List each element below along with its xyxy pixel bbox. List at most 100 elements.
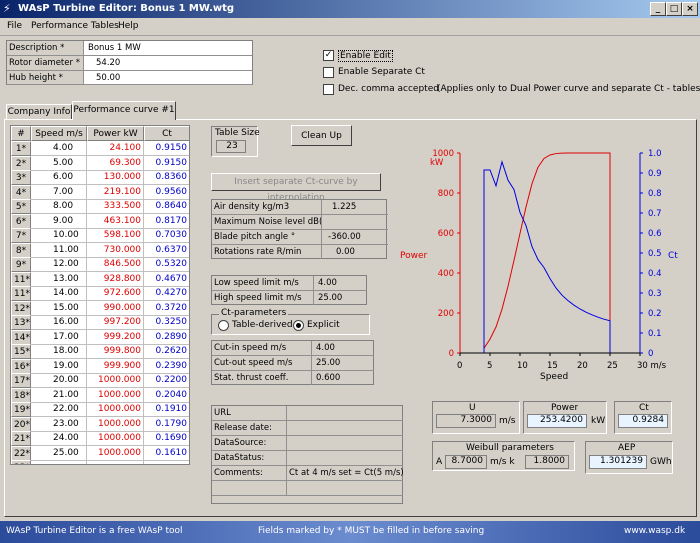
separate-ct-checkbox[interactable] — [323, 67, 334, 78]
power-cell[interactable]: 24.100 — [87, 141, 144, 156]
power-cell[interactable]: 997.200 — [87, 315, 144, 330]
power-cell[interactable]: 1000.000 — [87, 387, 144, 403]
clean-up-button[interactable]: Clean Up — [291, 125, 352, 146]
ct-cell[interactable]: 0.3250 — [144, 315, 189, 330]
release-date-field[interactable] — [287, 421, 403, 436]
ct-cell[interactable]: 0.8640 — [144, 199, 189, 214]
power-cell[interactable]: 1000.000 — [87, 416, 144, 432]
ct-cell[interactable]: 0.3720 — [144, 301, 189, 316]
speed-cell[interactable]: 14.00 — [31, 286, 87, 301]
tab-performance-curve[interactable]: Performance curve #1 — [72, 101, 176, 120]
power-cell[interactable]: 972.600 — [87, 286, 144, 301]
speed-cell[interactable]: 17.00 — [31, 329, 87, 345]
power-cell[interactable]: 598.100 — [87, 228, 144, 243]
high-speed-field[interactable]: 25.00 — [314, 291, 367, 305]
ct-cell[interactable]: 0.9560 — [144, 185, 189, 200]
speed-cell[interactable]: 15.00 — [31, 300, 87, 316]
power-cell[interactable]: 999.800 — [87, 344, 144, 359]
power-cell[interactable]: 999.200 — [87, 329, 144, 345]
power-cell[interactable]: 463.100 — [87, 213, 144, 229]
power-cell[interactable]: 333.500 — [87, 199, 144, 214]
weibull-a-field[interactable]: 8.7000 — [445, 455, 487, 469]
ct-cell[interactable] — [144, 460, 189, 464]
ct-cell[interactable]: 0.2200 — [144, 373, 189, 388]
data-status-field[interactable] — [287, 451, 403, 466]
ct-cell[interactable]: 0.9150 — [144, 141, 189, 156]
ct-cell[interactable]: 0.1610 — [144, 446, 189, 461]
power-cell[interactable]: 999.900 — [87, 358, 144, 374]
low-speed-field[interactable]: 4.00 — [314, 276, 367, 291]
menu-performance-tables[interactable]: Performance Tables — [31, 21, 119, 31]
cut-out-field[interactable]: 25.00 — [312, 356, 374, 371]
table-derived-radio[interactable] — [218, 320, 229, 331]
rotation-rate-field[interactable]: 0.00 — [322, 245, 388, 259]
speed-cell[interactable]: 18.00 — [31, 344, 87, 359]
ct-cell[interactable]: 0.2040 — [144, 388, 189, 403]
comments-field[interactable]: Ct at 4 m/s set = Ct(5 m/s) — [287, 466, 403, 481]
ct-cell[interactable]: 0.5320 — [144, 257, 189, 272]
ct-cell[interactable]: 0.2890 — [144, 330, 189, 345]
close-button[interactable]: × — [682, 2, 698, 16]
ct-cell[interactable]: 0.2390 — [144, 359, 189, 374]
explicit-radio[interactable] — [293, 320, 304, 331]
speed-cell[interactable]: 6.00 — [31, 170, 87, 185]
ct-cell[interactable]: 0.4670 — [144, 272, 189, 287]
url-field[interactable] — [287, 406, 403, 421]
power-cell[interactable] — [87, 460, 144, 464]
ct-cell[interactable]: 0.9150 — [144, 156, 189, 171]
blade-pitch-field[interactable]: -360.00 — [322, 230, 388, 245]
power-cell[interactable]: 130.000 — [87, 170, 144, 185]
ct-cell[interactable]: 0.6370 — [144, 243, 189, 258]
thrust-coeff-field[interactable]: 0.600 — [312, 371, 374, 385]
speed-cell[interactable]: 5.00 — [31, 155, 87, 171]
cut-in-field[interactable]: 4.00 — [312, 341, 374, 356]
power-cell[interactable]: 730.000 — [87, 242, 144, 258]
speed-cell[interactable]: 9.00 — [31, 213, 87, 229]
power-cell[interactable]: 928.800 — [87, 271, 144, 287]
minimize-button[interactable]: _ — [650, 2, 666, 16]
ct-cell[interactable]: 0.1910 — [144, 402, 189, 417]
hub-height-field[interactable]: 50.00 — [84, 71, 252, 85]
dec-comma-checkbox[interactable] — [323, 84, 334, 95]
speed-cell[interactable]: 11.00 — [31, 242, 87, 258]
maximize-button[interactable]: □ — [666, 2, 682, 16]
power-cell[interactable]: 69.300 — [87, 155, 144, 171]
power-cell[interactable]: 1000.000 — [87, 445, 144, 461]
description-field[interactable]: Bonus 1 MW — [84, 41, 252, 56]
power-cell[interactable]: 990.000 — [87, 300, 144, 316]
info-empty-field[interactable] — [287, 481, 403, 496]
speed-cell[interactable]: 13.00 — [31, 271, 87, 287]
power-cell[interactable]: 846.500 — [87, 257, 144, 272]
ct-cell[interactable]: 0.2620 — [144, 344, 189, 359]
speed-cell[interactable]: 8.00 — [31, 199, 87, 214]
speed-cell[interactable]: 19.00 — [31, 358, 87, 374]
speed-cell[interactable]: 20.00 — [31, 373, 87, 388]
speed-cell[interactable]: 12.00 — [31, 257, 87, 272]
speed-cell[interactable]: 4.00 — [31, 141, 87, 156]
ct-cell[interactable]: 0.8170 — [144, 214, 189, 229]
ct-cell[interactable]: 0.1790 — [144, 417, 189, 432]
speed-cell[interactable] — [31, 460, 87, 464]
speed-cell[interactable]: 25.00 — [31, 445, 87, 461]
tab-company-info[interactable]: Company Info — [6, 104, 72, 120]
ct-cell[interactable]: 0.7030 — [144, 228, 189, 243]
weibull-k-field[interactable]: 1.8000 — [525, 455, 569, 469]
data-source-field[interactable] — [287, 436, 403, 451]
ct-cell[interactable]: 0.1690 — [144, 431, 189, 446]
menu-file[interactable]: File — [7, 21, 22, 31]
power-cell[interactable]: 1000.000 — [87, 402, 144, 417]
ct-cell[interactable]: 0.8360 — [144, 170, 189, 185]
ct-cell[interactable]: 0.4270 — [144, 286, 189, 301]
speed-cell[interactable]: 7.00 — [31, 184, 87, 200]
speed-cell[interactable]: 22.00 — [31, 402, 87, 417]
air-density-field[interactable]: 1.225 — [322, 200, 388, 215]
enable-edit-checkbox[interactable]: ✓ — [323, 50, 334, 61]
rotor-diameter-field[interactable]: 54.20 — [84, 56, 252, 71]
speed-cell[interactable]: 10.00 — [31, 228, 87, 243]
power-cell[interactable]: 1000.000 — [87, 431, 144, 446]
speed-cell[interactable]: 21.00 — [31, 387, 87, 403]
noise-level-field[interactable] — [322, 215, 388, 230]
menu-help[interactable]: Help — [118, 21, 139, 31]
speed-cell[interactable]: 24.00 — [31, 431, 87, 446]
speed-cell[interactable]: 23.00 — [31, 416, 87, 432]
